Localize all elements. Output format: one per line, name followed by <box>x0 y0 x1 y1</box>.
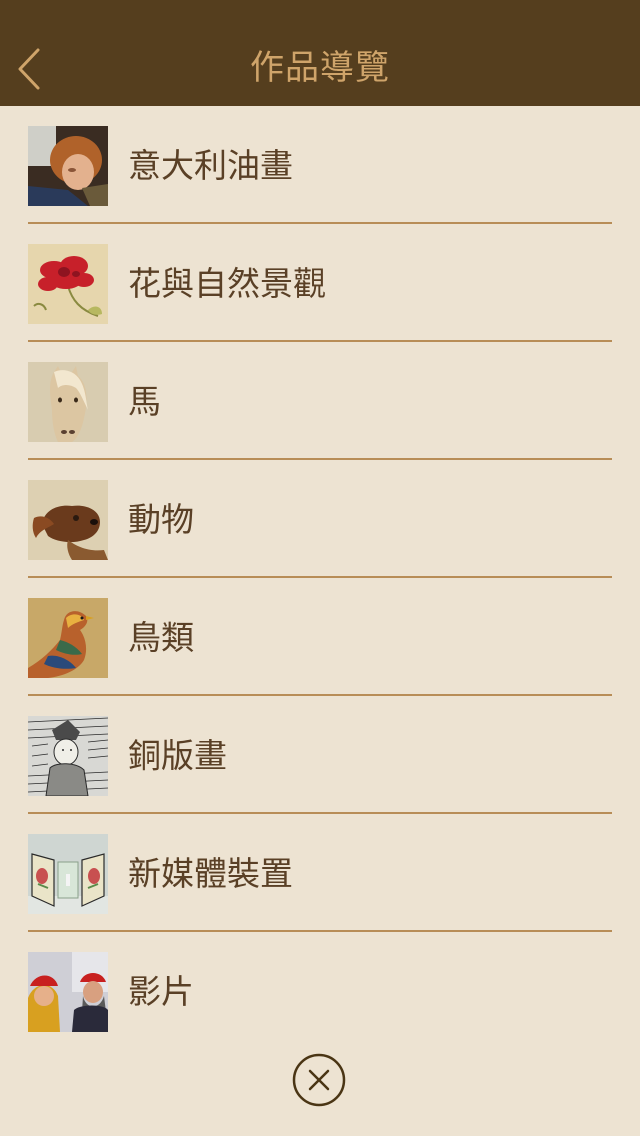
menu-item-new-media[interactable]: 新媒體裝置 <box>28 814 612 932</box>
category-list: 意大利油畫 花與自然景觀 馬 動物 鳥類 銅版畫 新媒體裝置 影片 <box>28 106 612 1050</box>
menu-item-flowers-landscape[interactable]: 花與自然景觀 <box>28 224 612 342</box>
close-button[interactable] <box>292 1053 346 1107</box>
menu-item-italian-oil-painting[interactable]: 意大利油畫 <box>28 106 612 224</box>
menu-item-label: 鳥類 <box>128 618 194 657</box>
menu-item-label: 銅版畫 <box>128 736 227 775</box>
menu-item-birds[interactable]: 鳥類 <box>28 578 612 696</box>
video-thumbnail <box>28 952 108 1032</box>
header-bar: 作品導覽 <box>0 0 640 106</box>
menu-item-copperplate[interactable]: 銅版畫 <box>28 696 612 814</box>
animal-thumbnail <box>28 480 108 560</box>
menu-item-label: 影片 <box>128 972 194 1011</box>
menu-item-label: 新媒體裝置 <box>128 854 293 893</box>
flower-thumbnail <box>28 244 108 324</box>
menu-item-label: 花與自然景觀 <box>128 264 326 303</box>
italian-oil-painting-thumbnail <box>28 126 108 206</box>
menu-item-label: 意大利油畫 <box>128 146 293 185</box>
menu-item-video[interactable]: 影片 <box>28 932 612 1050</box>
bird-thumbnail <box>28 598 108 678</box>
menu-item-label: 馬 <box>128 382 161 421</box>
new-media-installation-thumbnail <box>28 834 108 914</box>
horse-thumbnail <box>28 362 108 442</box>
menu-item-horse[interactable]: 馬 <box>28 342 612 460</box>
close-circle-icon <box>292 1053 346 1107</box>
menu-item-animals[interactable]: 動物 <box>28 460 612 578</box>
copperplate-engraving-thumbnail <box>28 716 108 796</box>
page-title: 作品導覽 <box>250 48 390 88</box>
menu-item-label: 動物 <box>128 500 194 539</box>
